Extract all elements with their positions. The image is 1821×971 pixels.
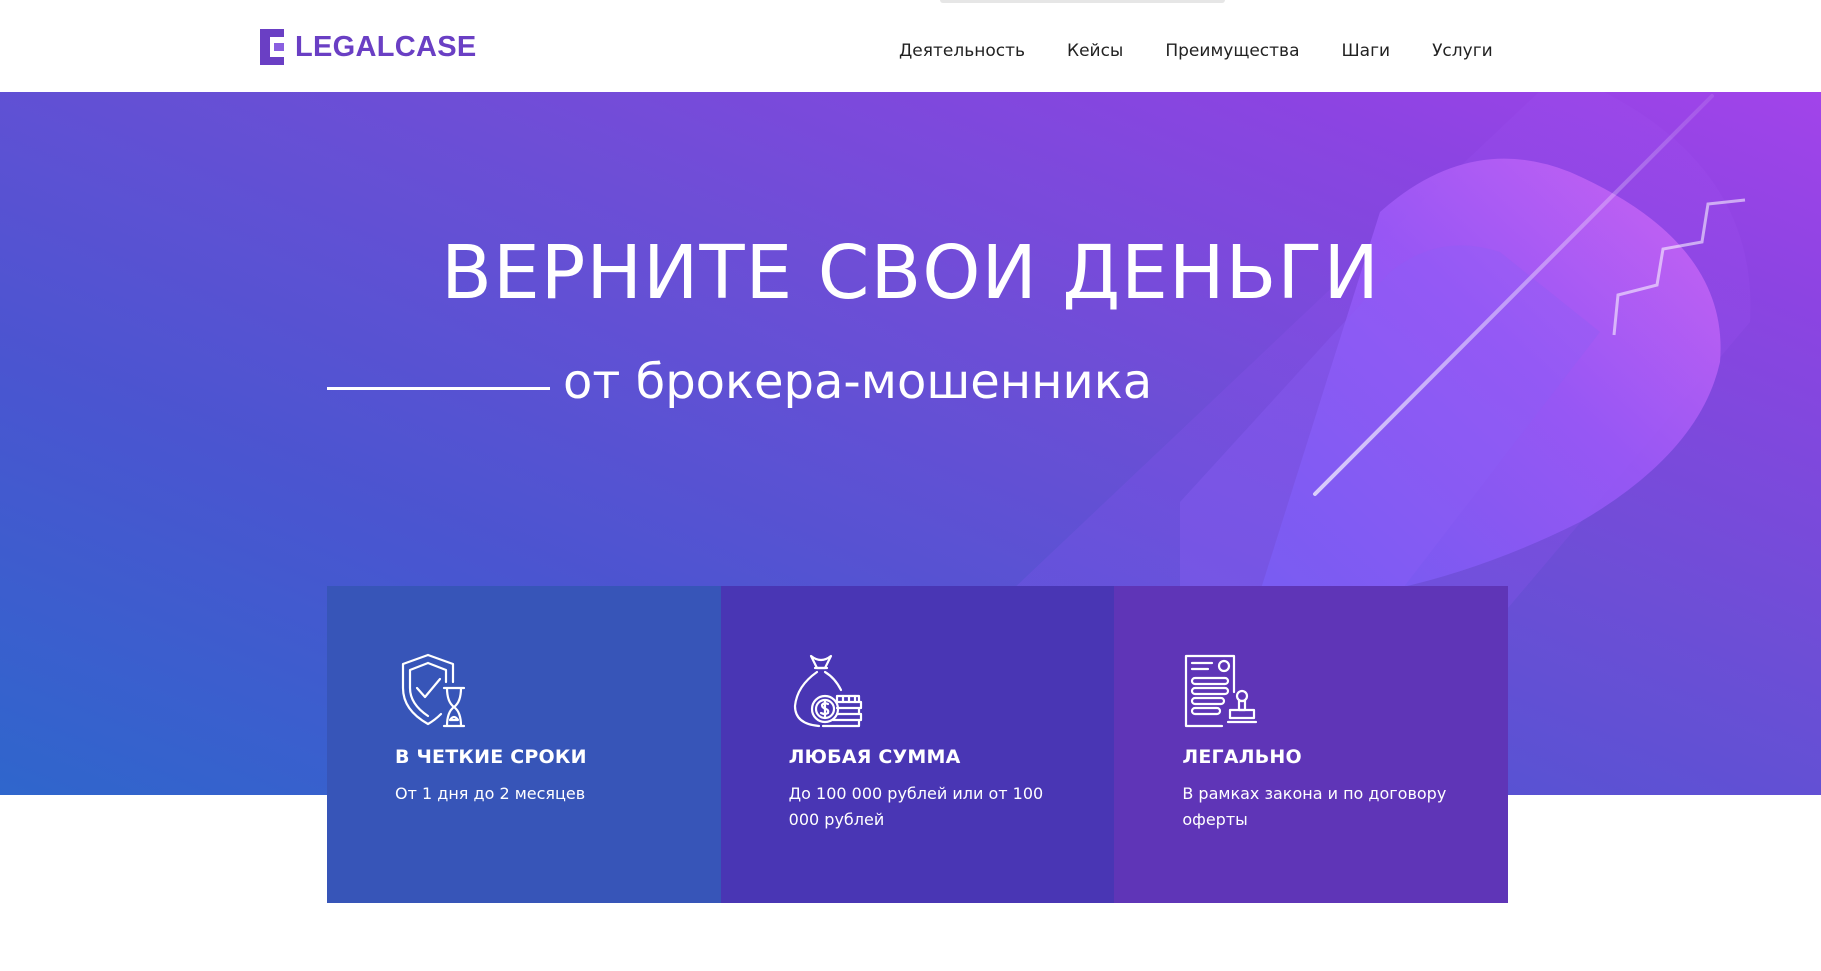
feature-title: В ЧЕТКИЕ СРОКИ <box>395 746 587 768</box>
features-row: В ЧЕТКИЕ СРОКИ От 1 дня до 2 месяцев ЛЮБ… <box>327 586 1509 903</box>
shield-hourglass-icon <box>401 653 466 728</box>
nav-item-activity[interactable]: Деятельность <box>899 41 1025 61</box>
header-shadow-tab <box>940 0 1225 3</box>
main-nav: Деятельность Кейсы Преимущества Шаги Усл… <box>899 41 1493 61</box>
logo-mark-icon <box>260 29 284 65</box>
hero-title: ВЕРНИТЕ СВОИ ДЕНЬГИ <box>441 230 1380 316</box>
feature-text: В рамках закона и по договору оферты <box>1182 784 1447 829</box>
nav-item-steps[interactable]: Шаги <box>1341 41 1390 61</box>
site-header: LEGALCASE Деятельность Кейсы Преимуществ… <box>0 0 1821 92</box>
feature-text: От 1 дня до 2 месяцев <box>395 784 586 803</box>
nav-item-services[interactable]: Услуги <box>1432 41 1493 61</box>
nav-item-advantages[interactable]: Преимущества <box>1165 41 1299 61</box>
nav-item-cases[interactable]: Кейсы <box>1067 41 1123 61</box>
feature-card-legal: ЛЕГАЛЬНО В рамках закона и по договору о… <box>1114 586 1509 903</box>
logo[interactable]: LEGALCASE <box>258 27 477 67</box>
feature-title: ЛЕГАЛЬНО <box>1182 746 1302 768</box>
feature-text: До 100 000 рублей или от 100 000 рублей <box>788 784 1044 829</box>
feature-card-deadlines: В ЧЕТКИЕ СРОКИ От 1 дня до 2 месяцев <box>327 586 721 903</box>
feature-card-amount: ЛЮБАЯ СУММА До 100 000 рублей или от 100… <box>720 586 1115 903</box>
hero-accent-line <box>327 387 550 390</box>
logo-text: LEGALCASE <box>295 30 477 63</box>
feature-title: ЛЮБАЯ СУММА <box>788 746 961 768</box>
money-bag-coins-icon <box>793 654 862 728</box>
document-stamp-icon <box>1185 654 1258 728</box>
hero-subtitle: от брокера-мошенника <box>563 354 1153 410</box>
